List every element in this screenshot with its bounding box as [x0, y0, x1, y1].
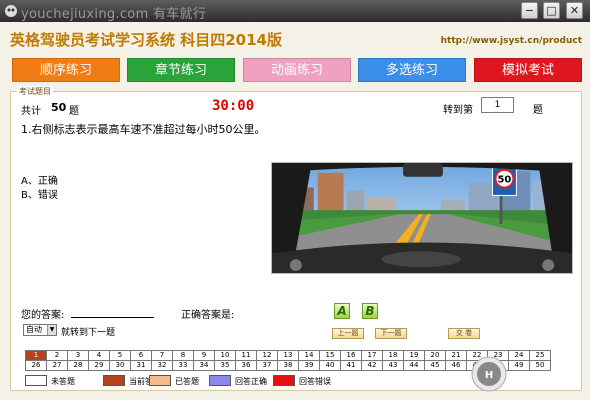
gear-shift-icon: H	[471, 356, 507, 392]
answer-a-button[interactable]: A	[334, 303, 350, 319]
goto-unit: 题	[533, 105, 543, 116]
option-b[interactable]: B、错误	[21, 186, 58, 201]
next-question-button[interactable]: 下一题	[375, 328, 407, 339]
question-cell-2[interactable]: 2	[46, 350, 68, 361]
question-cell-14[interactable]: 14	[298, 350, 320, 361]
question-cell-41[interactable]: 41	[340, 360, 362, 371]
question-cell-4[interactable]: 4	[88, 350, 110, 361]
question-cell-30[interactable]: 30	[109, 360, 131, 371]
question-cell-3[interactable]: 3	[67, 350, 89, 361]
legend-label: 未答题	[51, 377, 75, 386]
speed-sign-value: 50	[498, 175, 512, 186]
legend-swatch	[149, 375, 171, 386]
legend-swatch	[273, 375, 295, 386]
question-cell-40[interactable]: 40	[319, 360, 341, 371]
question-cell-18[interactable]: 18	[382, 350, 404, 361]
mode-text: 就转到下一题	[61, 328, 116, 338]
question-cell-38[interactable]: 38	[277, 360, 299, 371]
question-cell-25[interactable]: 25	[529, 350, 551, 361]
question-cell-17[interactable]: 17	[361, 350, 383, 361]
panel-legend: 考试题目	[17, 86, 53, 97]
question-cell-16[interactable]: 16	[340, 350, 362, 361]
title-bar: youchejiuxing.com 有车就行 − □ ✕	[0, 0, 590, 22]
question-cell-28[interactable]: 28	[67, 360, 89, 371]
chevron-down-icon: ▼	[47, 325, 56, 335]
question-cell-33[interactable]: 33	[172, 360, 194, 371]
question-cell-7[interactable]: 7	[151, 350, 173, 361]
question-cell-12[interactable]: 12	[256, 350, 278, 361]
content-area: 考试题目 共计 50 题 30:00 转到第 题 1.右侧标志表示最高车速不准超…	[0, 86, 590, 400]
goto-question-input[interactable]	[481, 97, 514, 113]
question-cell-39[interactable]: 39	[298, 360, 320, 371]
question-cell-21[interactable]: 21	[445, 350, 467, 361]
question-cell-15[interactable]: 15	[319, 350, 341, 361]
legend-swatch	[25, 375, 47, 386]
legend-label: 回答正确	[235, 377, 267, 386]
tab-multiple-choice-practice[interactable]: 多选练习	[358, 58, 466, 82]
prev-question-button[interactable]: 上一题	[332, 328, 364, 339]
mode-select[interactable]: 自动 ▼	[23, 324, 57, 336]
question-cell-50[interactable]: 50	[529, 360, 551, 371]
nav-bar: 顺序练习 章节练习 动画练习 多选练习 模拟考试	[0, 52, 590, 87]
watermark-text: youchejiuxing.com 有车就行	[21, 7, 207, 22]
minimize-button[interactable]: −	[521, 2, 538, 19]
question-cell-26[interactable]: 26	[25, 360, 47, 371]
legend-swatch	[103, 375, 125, 386]
question-cell-5[interactable]: 5	[109, 350, 131, 361]
app-icon	[5, 5, 17, 17]
question-cell-9[interactable]: 9	[193, 350, 215, 361]
question-text: 1.右侧标志表示最高车速不准超过每小时50公里。	[21, 123, 266, 136]
exam-panel: 考试题目 共计 50 题 30:00 转到第 题 1.右侧标志表示最高车速不准超…	[10, 86, 582, 391]
question-cell-32[interactable]: 32	[151, 360, 173, 371]
tab-chapter-practice[interactable]: 章节练习	[127, 58, 235, 82]
question-cell-27[interactable]: 27	[46, 360, 68, 371]
app-header: 英格驾驶员考试学习系统 科目四2014版 http://www.jsyst.cn…	[0, 22, 590, 52]
question-cell-10[interactable]: 10	[214, 350, 236, 361]
submit-exam-button[interactable]: 交 卷	[448, 328, 480, 339]
tab-sequential-practice[interactable]: 顺序练习	[12, 58, 120, 82]
app-title: 英格驾驶员考试学习系统 科目四2014版	[10, 31, 282, 49]
question-cell-20[interactable]: 20	[424, 350, 446, 361]
total-unit: 题	[69, 106, 79, 117]
question-cell-37[interactable]: 37	[256, 360, 278, 371]
question-cell-42[interactable]: 42	[361, 360, 383, 371]
question-cell-34[interactable]: 34	[193, 360, 215, 371]
question-cell-45[interactable]: 45	[424, 360, 446, 371]
your-answer-line	[71, 317, 154, 318]
question-cell-1[interactable]: 1	[25, 350, 47, 361]
option-a[interactable]: A、正确	[21, 172, 58, 187]
your-answer-label: 您的答案:	[21, 310, 65, 321]
close-button[interactable]: ✕	[566, 2, 583, 19]
mode-select-value: 自动	[26, 325, 42, 334]
question-cell-43[interactable]: 43	[382, 360, 404, 371]
total-label: 共计	[21, 106, 41, 117]
tab-mock-exam[interactable]: 模拟考试	[474, 58, 582, 82]
question-cell-6[interactable]: 6	[130, 350, 152, 361]
question-cell-24[interactable]: 24	[508, 350, 530, 361]
legend-swatch	[209, 375, 231, 386]
product-url[interactable]: http://www.jsyst.cn/product	[441, 36, 582, 46]
exam-timer: 30:00	[212, 98, 255, 114]
question-cell-13[interactable]: 13	[277, 350, 299, 361]
tab-animation-practice[interactable]: 动画练习	[243, 58, 351, 82]
question-cell-49[interactable]: 49	[508, 360, 530, 371]
correct-answer-label: 正确答案是:	[181, 310, 235, 321]
question-cell-36[interactable]: 36	[235, 360, 257, 371]
question-image: 50	[271, 162, 573, 274]
legend-label: 回答错误	[299, 377, 331, 386]
question-cell-19[interactable]: 19	[403, 350, 425, 361]
total-value: 50	[51, 101, 67, 114]
question-cell-29[interactable]: 29	[88, 360, 110, 371]
goto-label: 转到第	[443, 105, 473, 116]
question-cell-44[interactable]: 44	[403, 360, 425, 371]
maximize-button[interactable]: □	[543, 2, 560, 19]
answer-b-button[interactable]: B	[362, 303, 378, 319]
legend-label: 已答题	[175, 377, 199, 386]
svg-text:H: H	[485, 370, 493, 381]
question-cell-46[interactable]: 46	[445, 360, 467, 371]
question-cell-11[interactable]: 11	[235, 350, 257, 361]
question-cell-8[interactable]: 8	[172, 350, 194, 361]
question-cell-35[interactable]: 35	[214, 360, 236, 371]
question-cell-31[interactable]: 31	[130, 360, 152, 371]
